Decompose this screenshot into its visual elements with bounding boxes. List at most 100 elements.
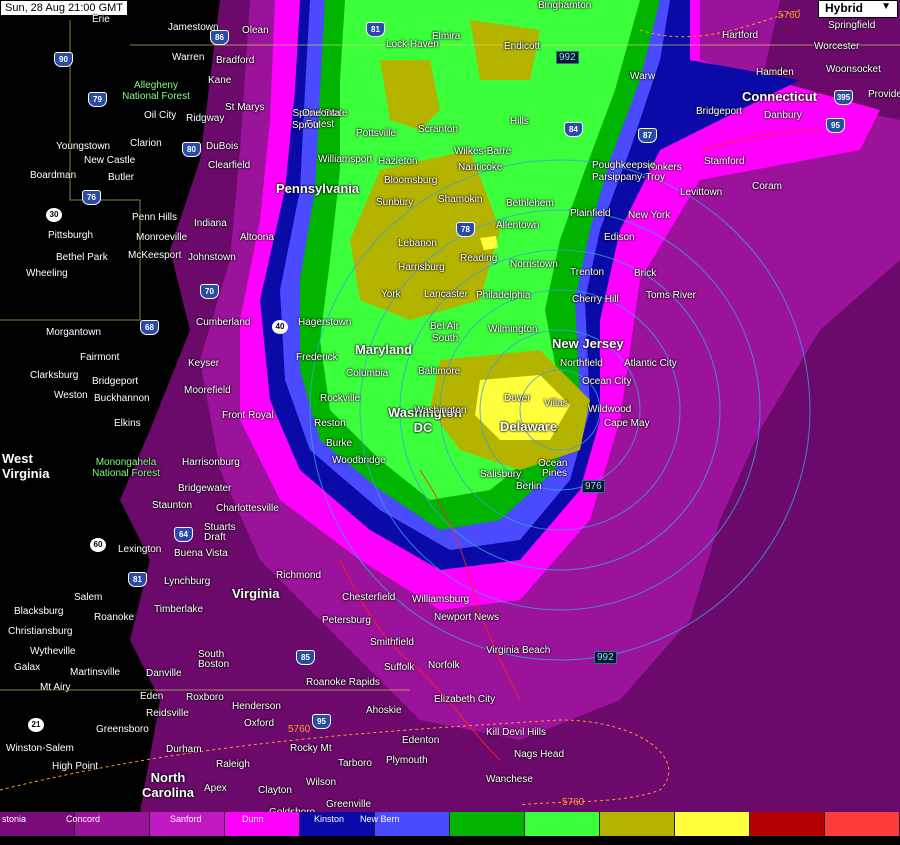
city-label: Penn Hills — [132, 212, 178, 223]
interstate-shield-icon: 95 — [826, 118, 845, 133]
city-label: Oxford — [244, 718, 275, 729]
interstate-shield-icon: 80 — [182, 142, 201, 157]
city-label: Wilson — [306, 777, 337, 788]
city-label: Binghamton — [538, 0, 592, 11]
city-label: Wheeling — [26, 268, 68, 279]
city-label: Warren — [172, 52, 205, 63]
city-label: Warw — [630, 71, 656, 82]
interstate-shield-icon: 78 — [456, 222, 475, 237]
interstate-shield-icon: 84 — [564, 122, 583, 137]
city-label: Danville — [146, 668, 182, 679]
city-label: Levittown — [680, 187, 723, 198]
city-label: Edenton — [402, 735, 440, 746]
city-label: Williamsburg — [412, 594, 470, 605]
city-label: Parsippany-Troy — [592, 172, 665, 183]
city-label: Coram — [752, 181, 783, 192]
city-label: Bethel Park — [56, 252, 108, 263]
city-label: Williamsport — [318, 154, 373, 165]
city-label: Providence — [868, 89, 900, 100]
city-label: Bel Air — [430, 321, 459, 332]
city-label: Roanoke — [94, 612, 135, 623]
city-label: Nanticoke — [458, 162, 503, 173]
state-label: New Jersey — [552, 336, 624, 351]
city-label: Cherry Hill — [572, 294, 619, 305]
city-label: York — [381, 289, 401, 300]
legend-labels: stonia Concord Sanford Dunn Kinston New Bern — [0, 814, 900, 845]
city-label: Reading — [460, 253, 498, 264]
interstate-shield-icon: 76 — [82, 190, 101, 205]
us-route-shield-icon: 30 — [46, 208, 62, 222]
city-label: Lexington — [118, 544, 162, 555]
city-label: Frederick — [296, 352, 338, 363]
city-label: Hazleton — [378, 156, 418, 167]
city-label: DuBois — [206, 141, 239, 152]
city-label: Norristown — [510, 259, 558, 270]
map-viewport[interactable]: Sun, 28 Aug 21:00 GMT Hybrid ▼ 992 976 9… — [0, 0, 900, 845]
city-label: Erie — [92, 14, 110, 25]
city-label: Fairmont — [80, 352, 120, 363]
city-label: Martinsville — [70, 667, 121, 678]
city-label: Harrisburg — [398, 262, 445, 273]
city-label: Wanchese — [486, 774, 533, 785]
state-label: Pennsylvania — [276, 181, 360, 196]
city-label: Oneonta — [302, 108, 341, 119]
city-label: Bridgeport — [92, 376, 139, 387]
us-route-shield-icon: 60 — [90, 538, 106, 552]
city-label: Harrisonburg — [182, 457, 240, 468]
city-label: Pottsville — [356, 128, 397, 139]
city-label: Kill Devil Hills — [486, 727, 547, 738]
interstate-shield-icon: 81 — [366, 22, 385, 37]
city-label: Henderson — [232, 701, 281, 712]
city-label: Reston — [314, 418, 346, 429]
city-label: McKeesport — [128, 250, 182, 261]
layer-dropdown[interactable]: Hybrid ▼ — [818, 0, 898, 18]
city-label: Suffolk — [384, 662, 415, 673]
city-label: Worcester — [814, 41, 860, 52]
legend-city-label: Kinston — [314, 814, 345, 824]
city-label: Wytheville — [30, 646, 76, 657]
state-label: Virginia — [232, 586, 280, 601]
city-label: Draft — [204, 532, 226, 543]
interstate-shield-icon: 95 — [312, 714, 331, 729]
city-label: Stamford — [704, 156, 745, 167]
city-label: Washington — [414, 405, 467, 416]
city-label: Elkins — [114, 418, 141, 429]
interstate-shield-icon: 85 — [296, 650, 315, 665]
legend-swatch — [600, 812, 675, 836]
interstate-shield-icon: 86 — [210, 30, 229, 45]
legend-swatch — [675, 812, 750, 836]
city-label: Hills — [510, 116, 529, 127]
city-label: Plymouth — [386, 755, 428, 766]
city-label: Brick — [634, 268, 657, 279]
legend-swatch — [750, 812, 825, 836]
city-label: Bridgewater — [178, 483, 232, 494]
interstate-shield-icon: 81 — [128, 572, 147, 587]
interstate-shield-icon: 395 — [834, 90, 853, 105]
legend-city-label: Dunn — [242, 814, 264, 824]
interstate-shield-icon: 68 — [140, 320, 159, 335]
city-label: Edison — [604, 232, 635, 243]
city-label: Elizabeth City — [434, 694, 496, 705]
city-label: New Castle — [84, 155, 136, 166]
city-label: Butler — [108, 172, 135, 183]
city-label: Pines — [542, 468, 568, 479]
city-label: Poughkeepsie — [592, 160, 656, 171]
isobar-label: 5760 — [562, 797, 585, 808]
city-label: Lock Haven — [386, 39, 439, 50]
city-label: Greenville — [326, 799, 372, 810]
city-label: Chesterfield — [342, 592, 396, 603]
us-route-shield-icon: 21 — [28, 718, 44, 732]
city-label: Monroeville — [136, 232, 188, 243]
city-label: Morgantown — [46, 327, 102, 338]
city-label: Apex — [204, 783, 227, 794]
state-label: Connecticut — [742, 89, 818, 104]
city-label: Clayton — [258, 785, 292, 796]
city-label: Ocean City — [582, 376, 632, 387]
city-label: Lancaster — [424, 289, 468, 300]
city-label: Boston — [198, 659, 230, 670]
city-label: Salisbury — [480, 469, 522, 480]
city-label: Endicott — [504, 41, 541, 52]
city-label: New York — [628, 210, 671, 221]
city-label: Springfield — [828, 20, 876, 31]
city-label: Rocky Mt — [290, 743, 332, 754]
